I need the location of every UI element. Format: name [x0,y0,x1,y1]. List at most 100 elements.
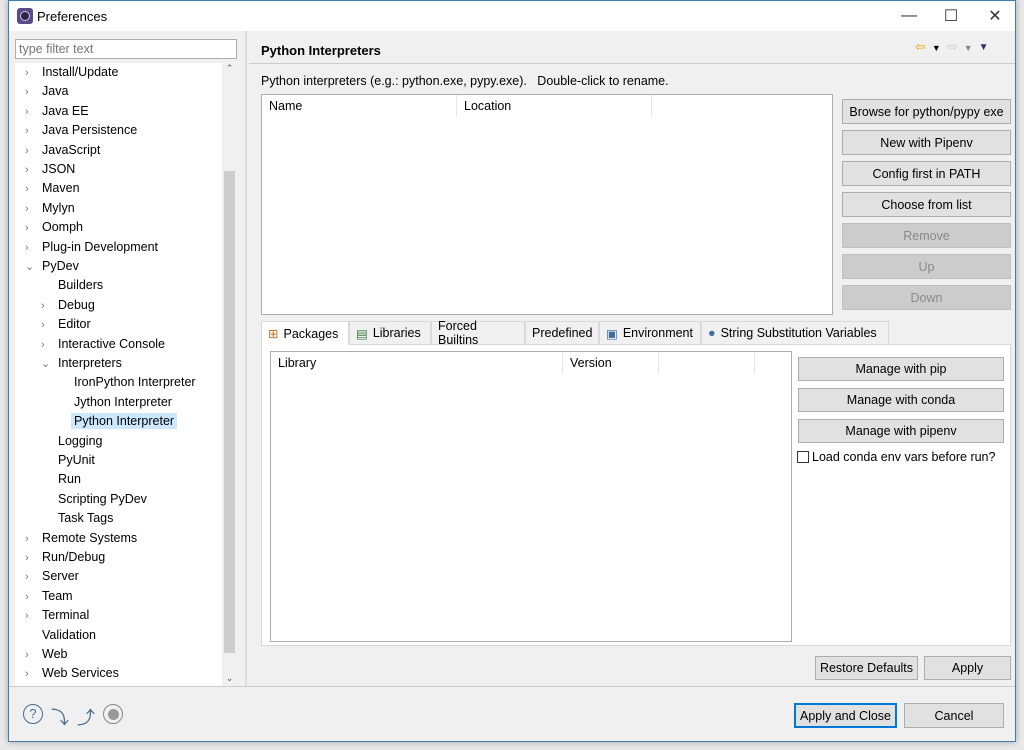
chevron-right-icon[interactable]: › [41,316,55,335]
chevron-right-icon[interactable]: › [25,122,39,141]
tree-item[interactable]: › Web [25,645,70,664]
tree-item[interactable]: IronPython Interpreter [57,373,199,392]
tab-libraries[interactable]: ▤ Libraries [349,321,431,344]
chevron-right-icon[interactable]: › [25,530,39,549]
chevron-right-icon[interactable]: › [41,297,55,316]
tree-item[interactable]: › Terminal [25,606,92,625]
minimize-button[interactable]: — [889,1,929,31]
maximize-button[interactable]: ☐ [931,1,971,31]
record-icon[interactable] [103,704,123,724]
tree-item[interactable]: › Mylyn [25,199,78,218]
choose-from-list-button[interactable]: Choose from list [842,192,1011,217]
import-icon[interactable]: ⤵ [51,704,69,730]
tree-scrollbar[interactable]: ⌃ ⌄ [222,63,237,686]
tree-item[interactable]: Logging [41,432,106,451]
column-header-library[interactable]: Library [271,352,563,374]
remove-button[interactable]: Remove [842,223,1011,248]
tree-item[interactable]: › Java [25,82,71,101]
checkbox-box[interactable] [797,451,809,463]
tree-item[interactable]: Builders [41,276,106,295]
column-header-version[interactable]: Version [563,352,659,374]
tab-string-substitution-variables[interactable]: ● String Substitution Variables [701,321,889,344]
forward-menu-icon[interactable]: ▼ [964,39,973,57]
tab-packages[interactable]: ⊞ Packages [261,321,349,345]
load-conda-checkbox[interactable]: Load conda env vars before run? [797,450,995,464]
chevron-right-icon[interactable]: › [25,588,39,607]
tree-item[interactable]: › Maven [25,179,83,198]
back-menu-icon[interactable]: ▼ [932,39,941,57]
config-first-in-path-button[interactable]: Config first in PATH [842,161,1011,186]
tree-item[interactable]: ⌄ Interpreters [41,354,125,373]
manage-with-pipenv-button[interactable]: Manage with pipenv [798,419,1004,443]
tree-item[interactable]: › Debug [41,296,98,315]
close-button[interactable]: ✕ [975,1,1015,31]
chevron-right-icon[interactable]: › [25,180,39,199]
tree-item[interactable]: › JavaScript [25,141,103,160]
splitter[interactable] [245,31,247,686]
tree-item[interactable]: › Plug-in Development [25,238,161,257]
chevron-right-icon[interactable]: › [25,219,39,238]
new-with-pipenv-button[interactable]: New with Pipenv [842,130,1011,155]
manage-with-conda-button[interactable]: Manage with conda [798,388,1004,412]
tree-item[interactable]: › Web Services [25,664,122,683]
tab-environment[interactable]: ▣ Environment [599,321,701,344]
column-header-name[interactable]: Name [262,95,457,117]
tab-forced-builtins[interactable]: Forced Builtins [431,319,525,347]
chevron-right-icon[interactable]: › [25,239,39,258]
forward-icon[interactable]: ⇨ [947,39,958,57]
tree-item[interactable]: › Java EE [25,102,92,121]
tree-item[interactable]: Jython Interpreter [57,393,175,412]
tree-item[interactable]: Python Interpreter [57,412,178,431]
tree-item[interactable]: › Editor [41,315,94,334]
tree-item[interactable]: Scripting PyDev [41,490,150,509]
up-button[interactable]: Up [842,254,1011,279]
tree-item[interactable]: › Java Persistence [25,121,140,140]
chevron-down-icon[interactable]: ⌄ [41,355,55,374]
chevron-right-icon[interactable]: › [25,103,39,122]
chevron-right-icon[interactable]: › [25,549,39,568]
manage-with-pip-button[interactable]: Manage with pip [798,357,1004,381]
tree-item[interactable]: Run [41,470,84,489]
chevron-right-icon[interactable]: › [25,64,39,83]
tree-item[interactable]: › Team [25,587,76,606]
apply-and-close-button[interactable]: Apply and Close [794,703,897,728]
filter-input[interactable] [15,39,237,59]
tree-item[interactable]: › Run/Debug [25,548,108,567]
tree-item-label: Java Persistence [42,123,138,138]
tree-item[interactable]: Task Tags [41,509,116,528]
export-icon[interactable]: ⤴ [77,704,95,730]
restore-defaults-button[interactable]: Restore Defaults [815,656,918,680]
help-icon[interactable]: ? [23,704,43,724]
chevron-right-icon[interactable]: › [25,83,39,102]
tab-predefined[interactable]: Predefined [525,321,599,344]
footer-separator [9,686,1015,687]
tree-item-label: Interpreters [58,356,122,370]
chevron-right-icon[interactable]: › [25,607,39,626]
chevron-down-icon[interactable]: ⌄ [25,258,39,277]
tree-item[interactable]: PyUnit [41,451,98,470]
tree-item[interactable]: Validation [25,626,99,645]
packages-table[interactable]: Library Version [270,351,792,642]
chevron-right-icon[interactable]: › [25,142,39,161]
chevron-right-icon[interactable]: › [25,646,39,665]
view-menu-icon[interactable]: ▼ [979,39,989,57]
tree-item[interactable]: › Oomph [25,218,86,237]
apply-button[interactable]: Apply [924,656,1011,680]
down-button[interactable]: Down [842,285,1011,310]
tree-item[interactable]: ⌄ PyDev [25,257,82,276]
interpreters-table[interactable]: Name Location [261,94,833,315]
tree-item[interactable]: › Server [25,567,82,586]
chevron-right-icon[interactable]: › [25,665,39,684]
chevron-right-icon[interactable]: › [25,200,39,219]
chevron-right-icon[interactable]: › [25,161,39,180]
back-icon[interactable]: ⇦ [915,39,926,57]
tree-item[interactable]: › Remote Systems [25,529,140,548]
cancel-button[interactable]: Cancel [904,703,1004,728]
tree-item[interactable]: › JSON [25,160,78,179]
column-header-location[interactable]: Location [457,95,652,117]
chevron-right-icon[interactable]: › [25,568,39,587]
browse-for-python-pypy-exe-button[interactable]: Browse for python/pypy exe [842,99,1011,124]
tree-item[interactable]: › Install/Update [25,63,121,82]
tree-item[interactable]: › Interactive Console [41,335,168,354]
chevron-right-icon[interactable]: › [41,336,55,355]
